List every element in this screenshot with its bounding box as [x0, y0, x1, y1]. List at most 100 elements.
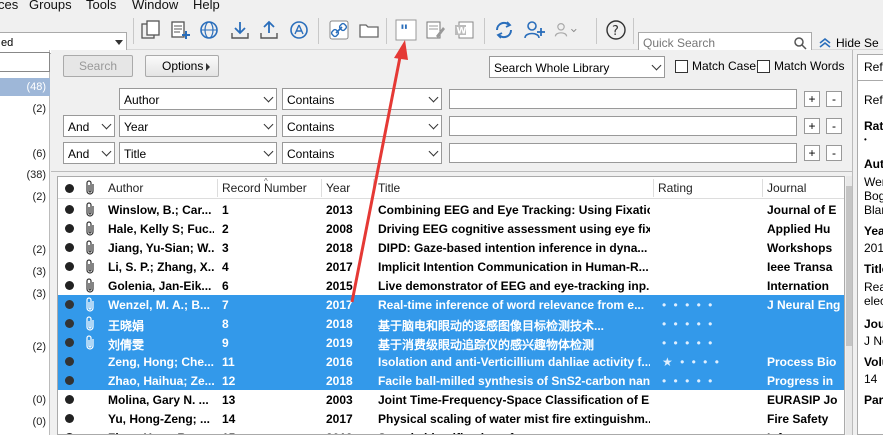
reference-row[interactable]: Zhao, Hong Ru... 15 2019 Sample identificat…: [58, 428, 844, 434]
share-group-button[interactable]: [522, 18, 546, 42]
remove-search-row-button[interactable]: -: [826, 145, 842, 161]
insert-citation-button[interactable]: ": [394, 18, 418, 42]
checkbox-box[interactable]: [675, 59, 688, 73]
open-link-button[interactable]: [327, 18, 351, 42]
online-search-button[interactable]: [197, 18, 221, 42]
read-status-icon[interactable]: [65, 395, 74, 404]
new-reference-button[interactable]: [168, 18, 192, 42]
options-button[interactable]: Options: [145, 55, 219, 77]
read-status-icon[interactable]: [65, 357, 74, 366]
sync-button[interactable]: [492, 18, 516, 42]
reference-row[interactable]: 王晓娟 8 2018 基于脑电和眼动的逐感图像目标检测技术... • • • • •: [58, 314, 844, 333]
read-status-icon[interactable]: [65, 205, 74, 214]
import-button[interactable]: [228, 18, 252, 42]
column-divider[interactable]: [217, 179, 218, 197]
group-count: (2): [32, 244, 46, 256]
rating-cell[interactable]: • • • • •: [662, 374, 760, 388]
author-cell: Zeng, Hong; Che...: [108, 355, 214, 369]
column-divider[interactable]: [653, 179, 654, 197]
search-term-input[interactable]: [449, 116, 797, 136]
read-status-column-icon[interactable]: [65, 184, 74, 193]
read-status-icon[interactable]: [65, 262, 74, 271]
column-divider[interactable]: [321, 179, 322, 197]
column-header-year[interactable]: Year: [326, 181, 350, 195]
reference-row[interactable]: Zeng, Hong; Che... 11 2016 Isolation and an…: [58, 352, 844, 371]
add-search-row-button[interactable]: +: [804, 91, 820, 107]
add-search-row-button[interactable]: +: [804, 118, 820, 134]
rating-cell[interactable]: • • • • •: [662, 317, 760, 331]
column-header-rating[interactable]: Rating: [658, 181, 693, 195]
hide-search-label: Hide Se: [836, 36, 879, 50]
search-scope-select[interactable]: Search Whole Library: [489, 56, 665, 78]
menu-tools[interactable]: Tools: [86, 0, 116, 12]
column-header-journal[interactable]: Journal: [767, 181, 806, 195]
share-options-button[interactable]: [553, 18, 577, 42]
search-operator-select[interactable]: Contains: [282, 142, 442, 164]
read-status-icon[interactable]: [65, 224, 74, 233]
read-status-icon[interactable]: [65, 319, 74, 328]
menu-groups[interactable]: Groups: [29, 0, 72, 12]
column-divider[interactable]: [762, 179, 763, 197]
reference-row[interactable]: Li, S. P.; Zhang, X.... 4 2017 Implicit Int…: [58, 257, 844, 276]
year-cell: 2018: [326, 241, 353, 255]
read-status-icon[interactable]: [65, 300, 74, 309]
rating-cell[interactable]: • • • • •: [662, 298, 760, 312]
journal-cell: Ieee Transa: [767, 260, 833, 274]
record-number-cell: 15: [222, 431, 317, 434]
search-term-input[interactable]: [449, 89, 797, 109]
match-case-checkbox[interactable]: Match Case: [675, 59, 756, 73]
checkbox-box[interactable]: [757, 59, 770, 73]
add-search-row-button[interactable]: +: [804, 145, 820, 161]
read-status-icon[interactable]: [65, 338, 74, 347]
attachment-column-icon[interactable]: [85, 180, 97, 199]
go-to-word-button[interactable]: W: [452, 18, 476, 42]
menu-help[interactable]: Help: [193, 0, 220, 12]
boolean-select[interactable]: And: [63, 142, 115, 164]
export-button[interactable]: [257, 18, 281, 42]
read-status-icon[interactable]: [65, 243, 74, 252]
reference-row[interactable]: Yu, Hong-Zeng; ... 14 2017 Physical scaling…: [58, 409, 844, 428]
search-term-input[interactable]: [449, 143, 797, 163]
reference-row[interactable]: Golenia, Jan-Eik... 6 2015 Live demonstrato…: [58, 276, 844, 295]
read-status-icon[interactable]: [65, 414, 74, 423]
read-status-icon[interactable]: [65, 376, 74, 385]
rating-cell[interactable]: ★ • • • •: [662, 355, 760, 369]
reference-panel: Refe Refe Rati • Auth Wen Bog Blan Yea 2…: [852, 50, 883, 435]
rating-cell[interactable]: • • • • •: [662, 336, 760, 350]
reference-row[interactable]: 刘倩雯 9 2019 基于消费级眼动追踪仪的感兴趣物体检测 • • • • •: [58, 333, 844, 352]
year-cell: 2018: [326, 317, 353, 331]
match-words-checkbox[interactable]: Match Words: [757, 59, 844, 73]
year-cell: 2003: [326, 393, 353, 407]
search-field-select[interactable]: Year: [119, 115, 277, 137]
reference-list: Author Record Number ^ Year Title Rating…: [57, 176, 845, 435]
reference-row[interactable]: Zhao, Haihua; Ze... 12 2018 Facile ball-mil…: [58, 371, 844, 390]
menu-window[interactable]: Window: [132, 0, 178, 12]
menu-references[interactable]: ces: [0, 0, 18, 12]
column-divider[interactable]: [373, 179, 374, 197]
open-file-button[interactable]: [357, 18, 381, 42]
collapse-up-icon: [819, 37, 831, 48]
group-count: (38): [26, 169, 46, 181]
reference-row[interactable]: Hale, Kelly S; Fuc... 2 2008 Driving EEG co…: [58, 219, 844, 238]
format-paper-button[interactable]: [423, 18, 447, 42]
search-field-select[interactable]: Title: [119, 142, 277, 164]
help-button[interactable]: ?: [604, 18, 628, 42]
column-header-author[interactable]: Author: [108, 181, 143, 195]
search-operator-select[interactable]: Contains: [282, 88, 442, 110]
reference-list-header: Author Record Number ^ Year Title Rating…: [58, 177, 844, 199]
read-status-icon[interactable]: [65, 281, 74, 290]
boolean-select[interactable]: And: [63, 115, 115, 137]
copy-to-library-button[interactable]: [139, 18, 163, 42]
search-operator-select[interactable]: Contains: [282, 115, 442, 137]
reference-row[interactable]: Jiang, Yu-Sian; W... 3 2018 DIPD: Gaze-base…: [58, 238, 844, 257]
remove-search-row-button[interactable]: -: [826, 91, 842, 107]
find-full-text-button[interactable]: [287, 18, 311, 42]
column-header-title[interactable]: Title: [378, 181, 400, 195]
search-field-select[interactable]: Author: [119, 88, 277, 110]
search-button[interactable]: Search: [63, 55, 133, 77]
reference-row[interactable]: Wenzel, M. A.; B... 7 2017 Real-time infere…: [58, 295, 844, 314]
reference-tab[interactable]: Refe: [857, 54, 883, 80]
reference-row[interactable]: Winslow, B.; Car... 1 2013 Combining EEG an…: [58, 200, 844, 219]
remove-search-row-button[interactable]: -: [826, 118, 842, 134]
reference-row[interactable]: Molina, Gary N. ... 13 2003 Joint Time-Freq…: [58, 390, 844, 409]
